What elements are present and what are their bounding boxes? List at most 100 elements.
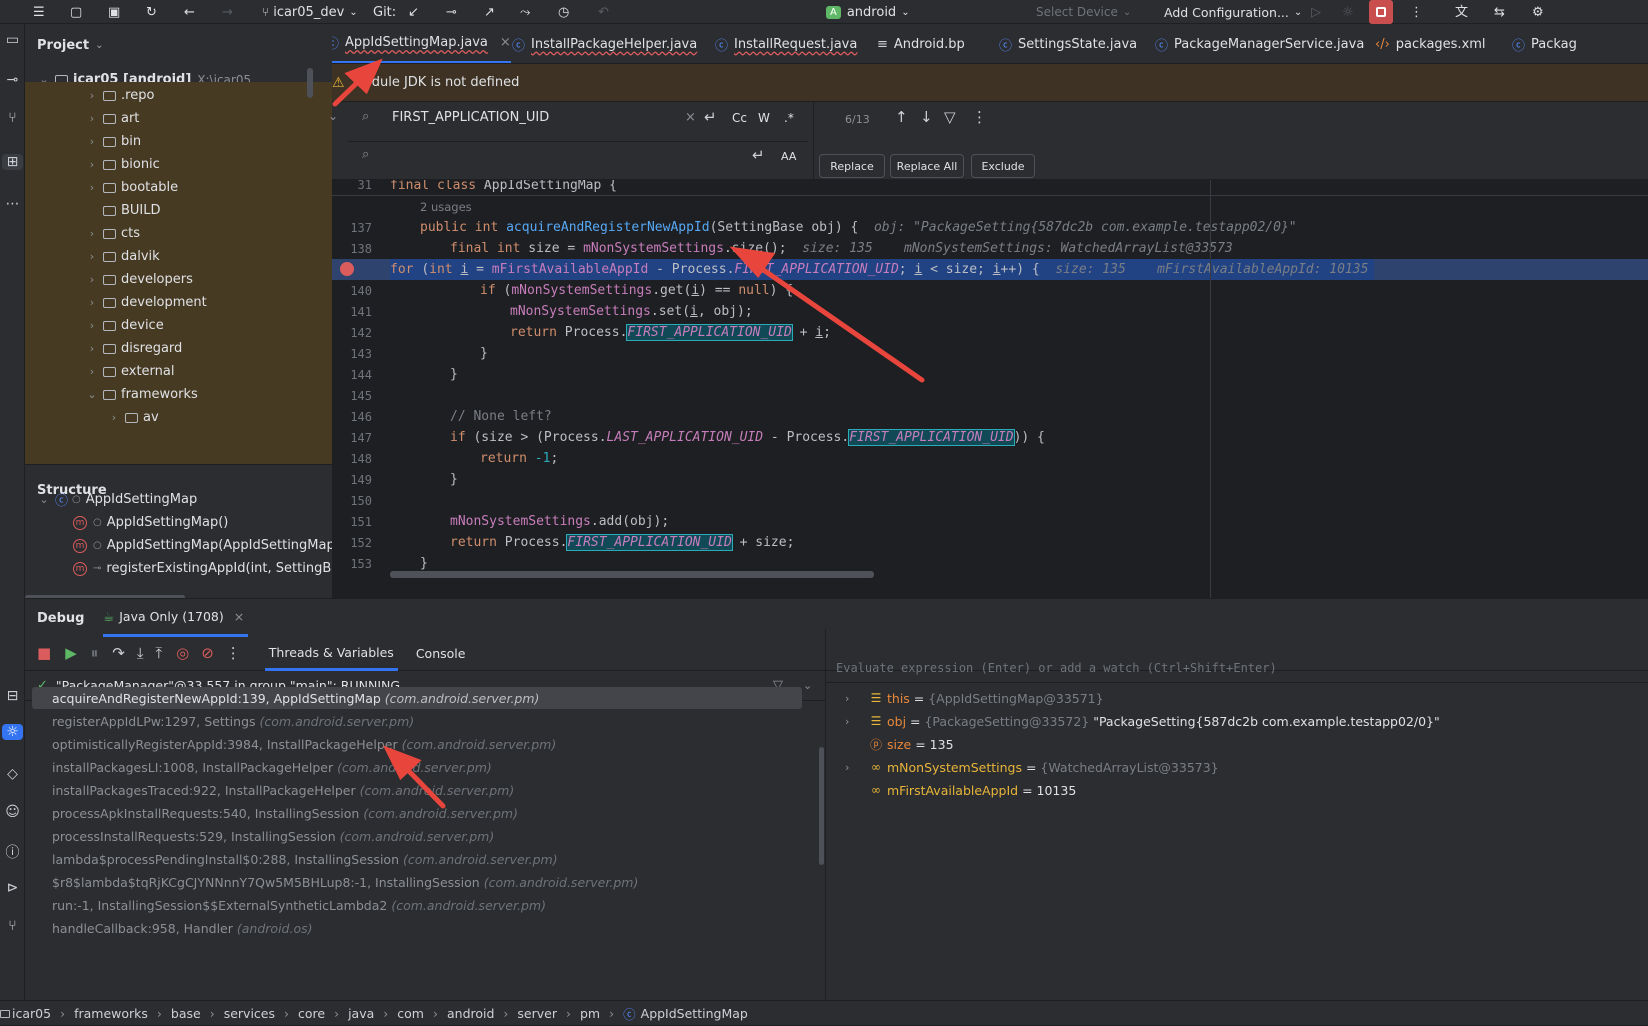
- preserve-case-toggle[interactable]: AA: [781, 150, 796, 163]
- stack-frame[interactable]: $r8$lambda$tqRjKCgCJYNNnnY7Qw5M5BHLup8:-…: [32, 871, 802, 893]
- next-occurrence-icon[interactable]: ↓: [920, 110, 933, 125]
- stack-frame[interactable]: handleCallback:958, Handler (android.os): [32, 917, 802, 939]
- stack-frame[interactable]: lambda$processPendingInstall$0:288, Inst…: [32, 848, 802, 870]
- chevron-down-icon[interactable]: ⌄: [803, 679, 812, 692]
- close-icon[interactable]: ×: [234, 609, 244, 624]
- stack-frame[interactable]: installPackagesTraced:922, InstallPackag…: [32, 779, 802, 801]
- code-with-me-icon[interactable]: ⇆: [1494, 0, 1505, 24]
- problems-icon[interactable]: ⓘ: [0, 842, 25, 862]
- editor-tab[interactable]: ‹/› packages.xml: [1375, 24, 1486, 63]
- commit-tool-icon[interactable]: ⊸: [0, 72, 25, 88]
- back-icon[interactable]: ←: [184, 0, 195, 24]
- translate-icon[interactable]: 文: [1455, 0, 1468, 24]
- editor-tab[interactable]: ⓒ SettingsState.java: [999, 24, 1137, 63]
- clear-search-icon[interactable]: ×: [685, 110, 696, 125]
- breadcrumb-item[interactable]: icar05: [12, 1006, 51, 1021]
- branch-selector[interactable]: ⑂ icar05_dev ⌄: [262, 0, 358, 24]
- tree-scrollbar[interactable]: [307, 68, 313, 98]
- git-update-icon[interactable]: ↙: [408, 0, 419, 24]
- tree-item[interactable]: › developers: [25, 268, 332, 291]
- stop-icon[interactable]: ■: [37, 646, 51, 661]
- close-tab-icon[interactable]: ×: [500, 35, 511, 50]
- sync-icon[interactable]: ↻: [146, 0, 157, 24]
- project-tool-icon[interactable]: ▭: [0, 32, 25, 52]
- tree-item[interactable]: › disregard: [25, 337, 332, 360]
- tab-threads-variables[interactable]: Threads & Variables: [264, 637, 398, 671]
- save-icon[interactable]: ▣: [108, 0, 120, 24]
- more-icon[interactable]: ⋮: [972, 110, 987, 125]
- tree-item[interactable]: › device: [25, 314, 332, 337]
- regex-toggle[interactable]: .*: [784, 111, 794, 125]
- replace-all-button[interactable]: Replace All: [890, 154, 964, 178]
- mute-breakpoints-icon[interactable]: ⊘: [201, 646, 214, 661]
- hamburger-menu-icon[interactable]: ☰: [33, 0, 45, 24]
- stack-frame[interactable]: installPackagesLI:1008, InstallPackageHe…: [32, 756, 802, 778]
- tree-item[interactable]: › bin: [25, 130, 332, 153]
- tree-item[interactable]: › bionic: [25, 153, 332, 176]
- breakpoint-icon[interactable]: [340, 262, 354, 276]
- editor-tab[interactable]: ≡ Android.bp: [877, 24, 965, 63]
- more-icon[interactable]: ⋮: [226, 646, 241, 661]
- replace-button[interactable]: Replace: [819, 154, 885, 178]
- project-selector[interactable]: Aandroid ⌄: [826, 0, 910, 24]
- chevron-right-icon[interactable]: ›: [845, 692, 859, 705]
- breadcrumb-item[interactable]: base: [171, 1006, 201, 1021]
- breadcrumb-item[interactable]: com: [397, 1006, 424, 1021]
- project-panel-title[interactable]: Project ⌄: [37, 38, 103, 53]
- preserve-case-icon[interactable]: ↵: [752, 148, 765, 163]
- resume-icon[interactable]: ▶: [65, 646, 77, 661]
- history-icon[interactable]: ◷: [558, 0, 569, 24]
- breadcrumb-item[interactable]: java: [348, 1006, 374, 1021]
- variable-row[interactable]: ∞ mFirstAvailableAppId = 10135: [845, 779, 1076, 801]
- previous-occurrence-icon[interactable]: ↑: [895, 110, 908, 125]
- stack-frame[interactable]: processInstallRequests:529, InstallingSe…: [32, 825, 802, 847]
- stack-frame[interactable]: registerAppIdLPw:1297, Settings (com.andr…: [32, 710, 802, 732]
- more-tools-icon[interactable]: ⋯: [0, 196, 25, 212]
- stack-frame[interactable]: processApkInstallRequests:540, Installin…: [32, 802, 802, 824]
- tree-item[interactable]: › development: [25, 291, 332, 314]
- stop-button[interactable]: [1369, 0, 1393, 24]
- breadcrumb-item[interactable]: pm: [580, 1006, 600, 1021]
- debug-splitter[interactable]: [825, 629, 826, 1001]
- structure-class-row[interactable]: ⌄ ⓒ ○ AppIdSettingMap: [37, 488, 197, 511]
- more-icon[interactable]: ⋮: [1410, 0, 1423, 24]
- logcat-icon[interactable]: ☺: [0, 804, 25, 820]
- breadcrumb-item[interactable]: AppIdSettingMap: [641, 1006, 748, 1021]
- pull-requests-icon[interactable]: ⑂: [0, 110, 25, 126]
- step-over-icon[interactable]: ↷: [112, 646, 125, 661]
- step-into-icon[interactable]: ⤓: [137, 646, 144, 661]
- chevron-right-icon[interactable]: ›: [845, 761, 859, 774]
- step-out-icon[interactable]: ⤒: [155, 646, 162, 661]
- structure-member[interactable]: m ○ AppIdSettingMap(AppIdSettingMap): [73, 534, 340, 557]
- breadcrumb-item[interactable]: core: [298, 1006, 325, 1021]
- variable-row[interactable]: › ∞ mNonSystemSettings = {WatchedArrayList…: [845, 756, 1219, 778]
- version-control-icon[interactable]: ⑂: [0, 918, 25, 934]
- forward-icon[interactable]: →: [222, 0, 233, 24]
- stack-frame[interactable]: run:-1, InstallingSession$$ExternalSynth…: [32, 894, 802, 916]
- new-file-icon[interactable]: ▢: [70, 0, 82, 24]
- tree-item[interactable]: BUILD: [25, 199, 332, 222]
- stack-frame[interactable]: acquireAndRegisterNewAppId:139, AppIdSet…: [32, 687, 802, 709]
- evaluate-expression-input[interactable]: Evaluate expression (Enter) or add a wat…: [826, 653, 1648, 683]
- frames-scrollbar[interactable]: [819, 747, 824, 865]
- variable-row[interactable]: › ☰ this = {AppIdSettingMap@33571}: [845, 687, 1104, 709]
- breadcrumb-item[interactable]: server: [517, 1006, 557, 1021]
- gradle-icon[interactable]: ◇: [0, 766, 25, 782]
- tab-console[interactable]: Console: [416, 646, 466, 661]
- terminal-icon[interactable]: ⊳: [0, 880, 25, 896]
- tree-item[interactable]: › av: [25, 406, 332, 429]
- run-icon[interactable]: ▷: [1311, 0, 1321, 24]
- code-editor[interactable]: 31 final class AppIdSettingMap { 2 usage…: [332, 180, 1648, 598]
- tree-item[interactable]: › cts: [25, 222, 332, 245]
- usages-hint[interactable]: 2 usages: [332, 196, 1648, 217]
- chevron-down-icon[interactable]: ⌄: [328, 110, 338, 122]
- run-config-selector[interactable]: Add Configuration... ⌄: [1164, 0, 1302, 24]
- stack-frame[interactable]: optimisticallyRegisterAppId:3984, Instal…: [32, 733, 802, 755]
- filter-icon[interactable]: ▽: [944, 110, 956, 125]
- match-case-toggle[interactable]: Cc: [732, 111, 747, 125]
- replace-input[interactable]: [392, 146, 732, 168]
- breadcrumb-item[interactable]: android: [447, 1006, 494, 1021]
- breadcrumb-item[interactable]: frameworks: [74, 1006, 148, 1021]
- editor-tab[interactable]: ⓒ AppIdSettingMap.java ×: [332, 24, 511, 63]
- pause-icon[interactable]: ⏸: [91, 646, 99, 661]
